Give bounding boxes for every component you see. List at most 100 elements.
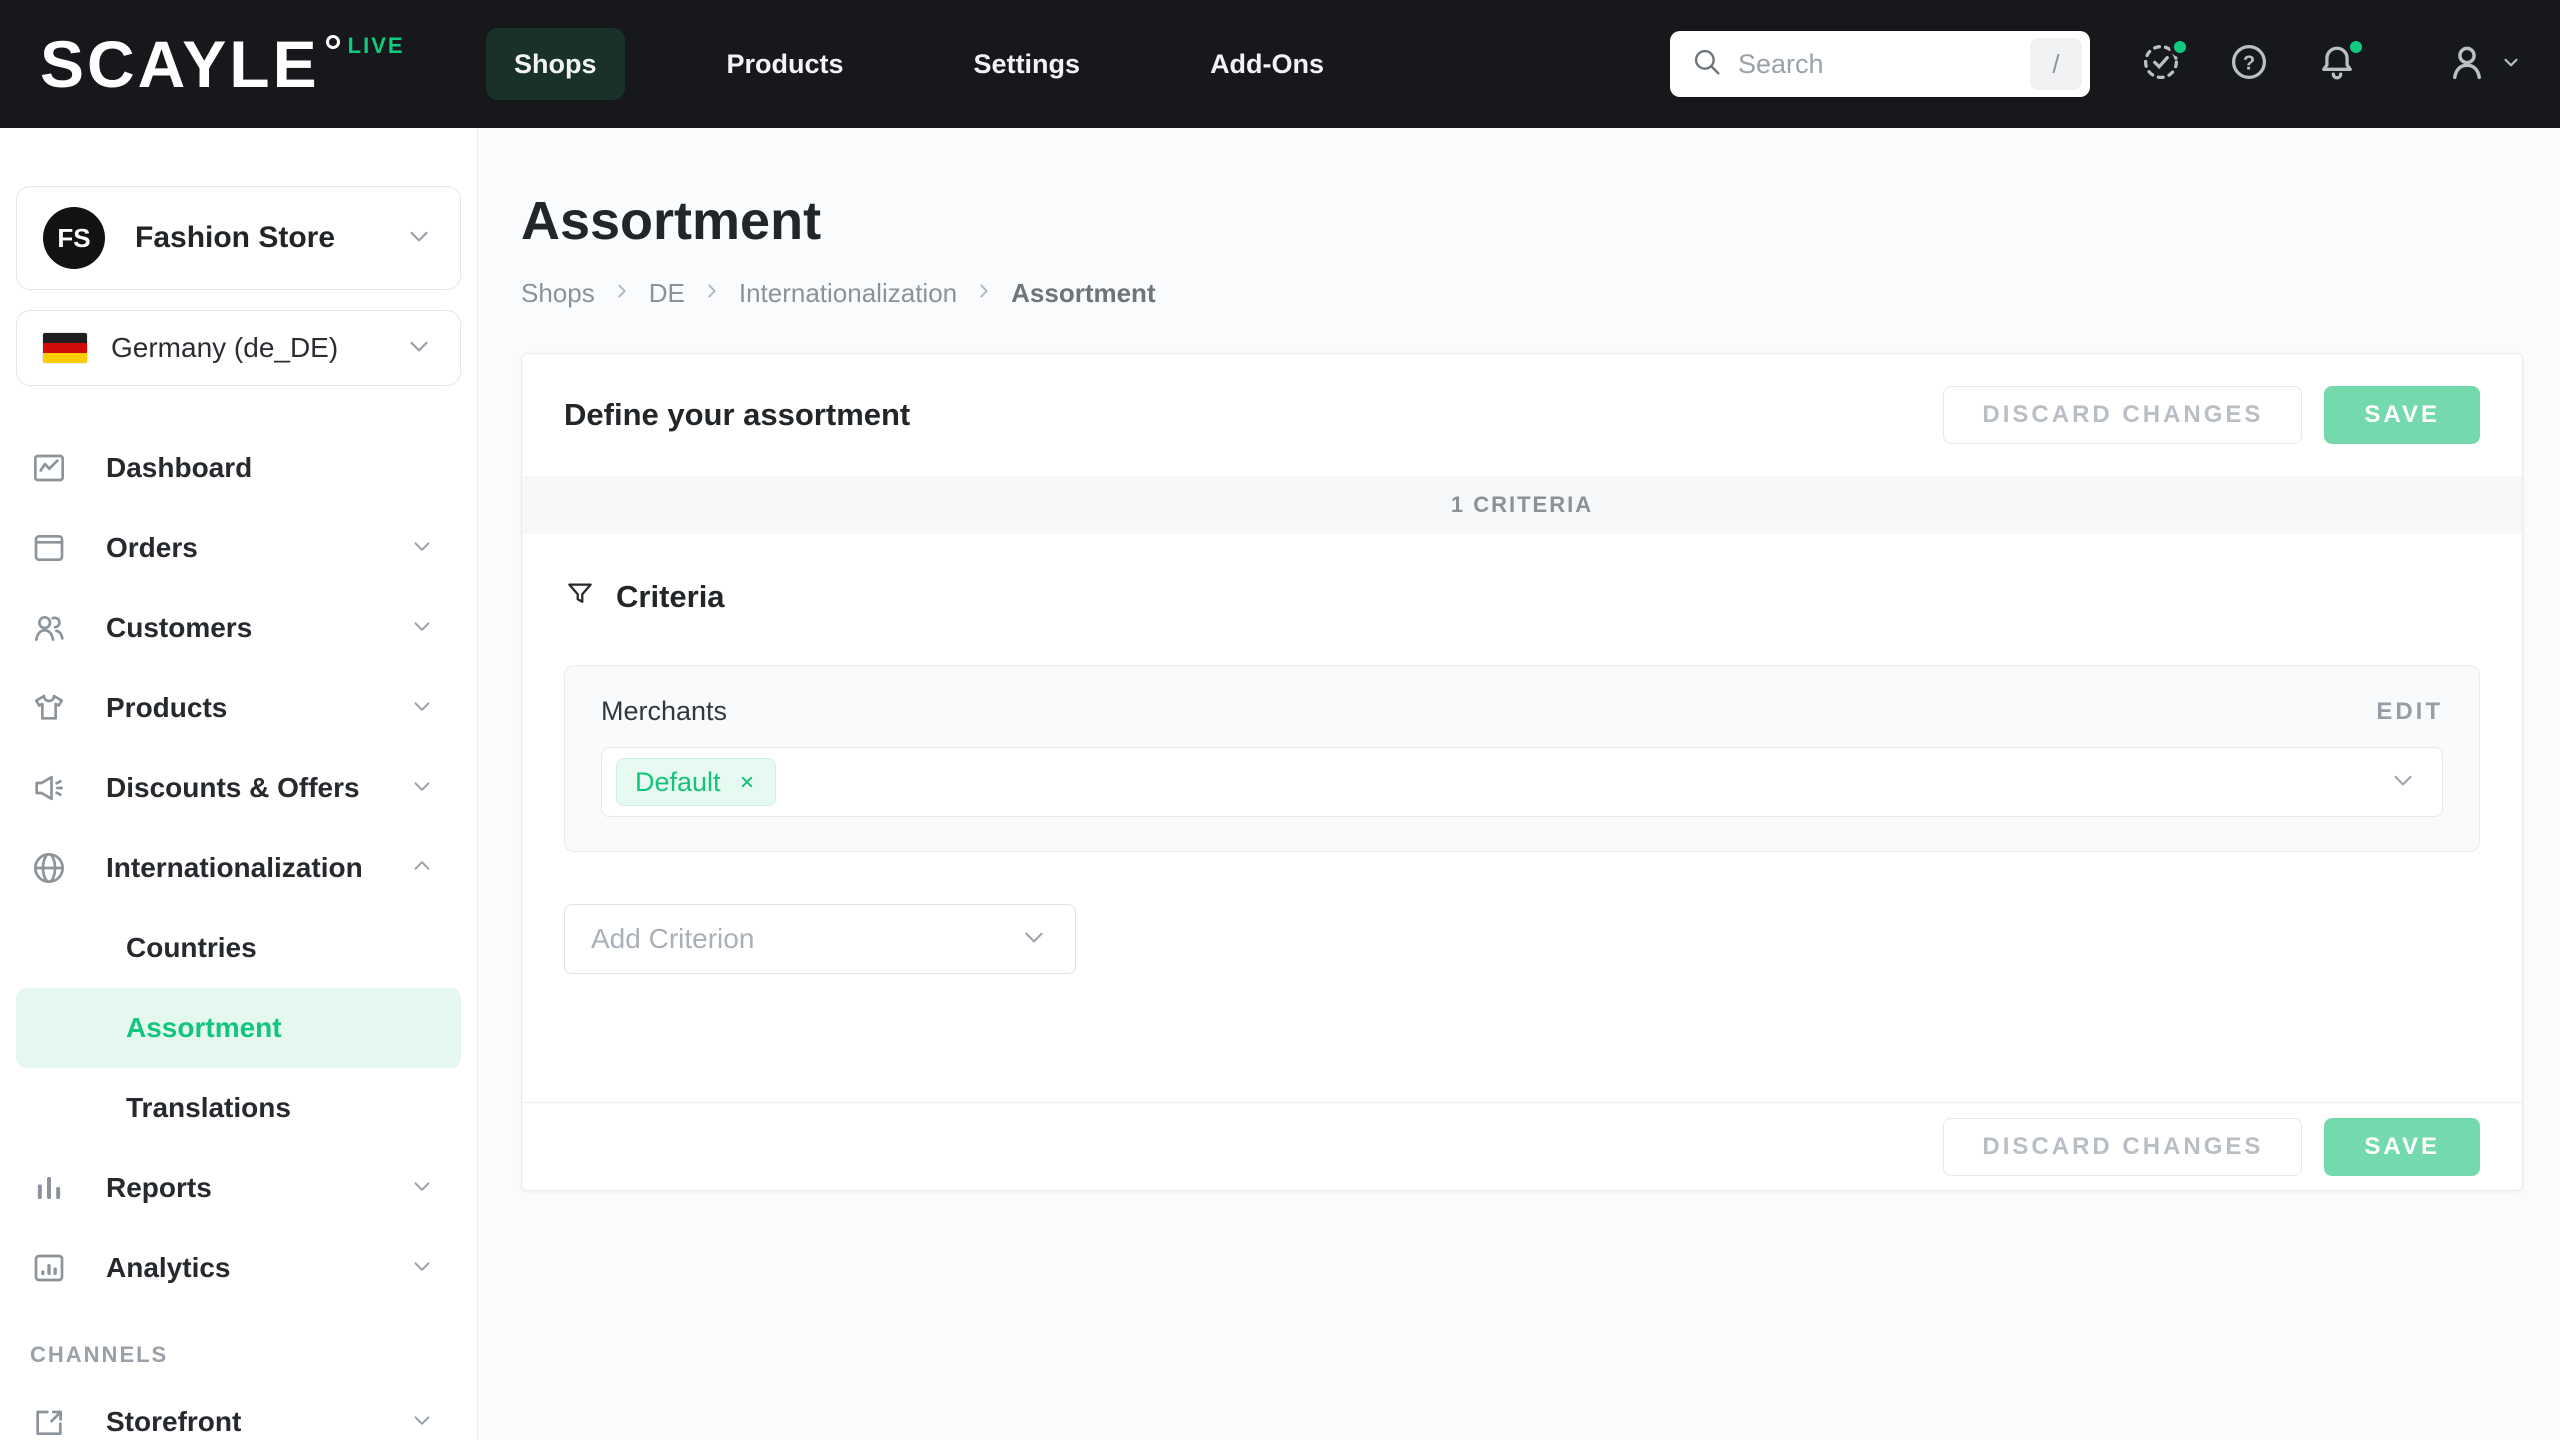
orders-icon: [28, 528, 70, 568]
logo-text: SCAYLE: [40, 29, 320, 99]
criteria-section-title: Criteria: [616, 579, 725, 615]
criteria-section-header: Criteria: [564, 578, 2480, 615]
megaphone-icon: [28, 768, 70, 808]
help-button[interactable]: ?: [2226, 41, 2272, 87]
sidebar-menu: Dashboard Orders Custome: [16, 428, 461, 1440]
sidebar-item-storefront[interactable]: Storefront: [16, 1382, 461, 1440]
criterion-header: Merchants EDIT: [601, 696, 2443, 727]
help-icon: ?: [2227, 40, 2271, 89]
topbar-icons: ?: [2138, 39, 2524, 90]
user-icon: [2444, 39, 2490, 90]
chevron-right-icon: [611, 280, 633, 307]
notifications-indicator-dot: [2346, 37, 2366, 57]
globe-icon: [28, 848, 70, 888]
sidebar-subitem-label: Translations: [126, 1092, 291, 1124]
locale-selector[interactable]: Germany (de_DE): [16, 310, 461, 386]
assortment-panel: Define your assortment DISCARD CHANGES S…: [521, 353, 2523, 1191]
scayle-logo[interactable]: SCAYLE LIVE: [0, 29, 440, 99]
live-badge: LIVE: [348, 33, 405, 59]
storefront-icon: [28, 1402, 70, 1440]
top-nav: Shops Products Settings Add-Ons: [486, 28, 1352, 100]
breadcrumb-internationalization[interactable]: Internationalization: [739, 278, 957, 309]
sidebar-item-label: Discounts & Offers: [106, 772, 360, 804]
nav-settings[interactable]: Settings: [946, 28, 1109, 100]
chevron-down-icon: [409, 1407, 449, 1438]
sidebar-item-dashboard[interactable]: Dashboard: [16, 428, 461, 508]
sidebar-subitem-countries[interactable]: Countries: [16, 908, 461, 988]
page-title: Assortment: [521, 190, 2523, 252]
criterion-label: Merchants: [601, 696, 727, 727]
sidebar-subitem-assortment[interactable]: Assortment: [16, 988, 461, 1068]
merchants-select[interactable]: Default: [601, 747, 2443, 817]
customers-icon: [28, 608, 70, 648]
add-criterion-select[interactable]: Add Criterion: [564, 904, 1076, 974]
chevron-down-icon: [409, 613, 449, 644]
locale-name: Germany (de_DE): [111, 332, 338, 364]
global-search[interactable]: /: [1670, 31, 2090, 97]
edit-button[interactable]: EDIT: [2376, 698, 2443, 726]
sidebar-item-label: Storefront: [106, 1406, 241, 1438]
shop-avatar: FS: [43, 207, 105, 269]
dashboard-icon: [28, 448, 70, 488]
panel-header-actions: DISCARD CHANGES SAVE: [1943, 386, 2480, 444]
breadcrumb-assortment: Assortment: [1011, 278, 1155, 309]
reports-icon: [28, 1168, 70, 1208]
breadcrumb: Shops DE Internationalization Assortment: [521, 278, 2523, 309]
criterion-merchants: Merchants EDIT Default: [564, 665, 2480, 852]
sidebar-item-label: Customers: [106, 612, 252, 644]
sidebar-item-label: Dashboard: [106, 452, 252, 484]
breadcrumb-shops[interactable]: Shops: [521, 278, 595, 309]
profile-menu-button[interactable]: [2444, 39, 2524, 90]
nav-shops[interactable]: Shops: [486, 28, 625, 100]
nav-label: Add-Ons: [1210, 49, 1324, 80]
sidebar-item-discounts-offers[interactable]: Discounts & Offers: [16, 748, 461, 828]
status-button[interactable]: [2138, 41, 2184, 87]
nav-products[interactable]: Products: [699, 28, 872, 100]
sidebar-item-label: Analytics: [106, 1252, 231, 1284]
filter-icon: [564, 578, 596, 615]
discard-changes-button[interactable]: DISCARD CHANGES: [1943, 386, 2302, 444]
status-indicator-dot: [2170, 37, 2190, 57]
analytics-icon: [28, 1248, 70, 1288]
nav-label: Shops: [514, 49, 597, 80]
sidebar-item-internationalization[interactable]: Internationalization: [16, 828, 461, 908]
panel-title: Define your assortment: [564, 397, 910, 433]
chevron-down-icon: [404, 331, 434, 366]
products-icon: [28, 688, 70, 728]
chevron-down-icon: [409, 533, 449, 564]
sidebar-item-analytics[interactable]: Analytics: [16, 1228, 461, 1308]
discard-changes-button[interactable]: DISCARD CHANGES: [1943, 1118, 2302, 1176]
sidebar-item-label: Orders: [106, 532, 198, 564]
sidebar-item-label: Internationalization: [106, 852, 363, 884]
sidebar-item-customers[interactable]: Customers: [16, 588, 461, 668]
chevron-down-icon: [2388, 765, 2418, 800]
channels-section-heading: CHANNELS: [16, 1308, 461, 1382]
save-button[interactable]: SAVE: [2324, 1118, 2480, 1176]
germany-flag-icon: [43, 333, 87, 363]
search-input[interactable]: [1738, 49, 2030, 80]
sidebar-item-reports[interactable]: Reports: [16, 1148, 461, 1228]
sidebar-item-label: Products: [106, 692, 227, 724]
sidebar-item-products[interactable]: Products: [16, 668, 461, 748]
remove-tag-icon[interactable]: [737, 772, 757, 792]
sidebar-item-orders[interactable]: Orders: [16, 508, 461, 588]
chevron-down-icon: [404, 221, 434, 256]
shop-name: Fashion Store: [135, 221, 335, 255]
merchant-tag-label: Default: [635, 767, 721, 798]
chevron-right-icon: [973, 280, 995, 307]
sidebar-subitem-label: Assortment: [126, 1012, 282, 1044]
chevron-down-icon: [409, 773, 449, 804]
notifications-button[interactable]: [2314, 41, 2360, 87]
search-icon: [1690, 45, 1724, 84]
nav-add-ons[interactable]: Add-Ons: [1182, 28, 1352, 100]
logo-ring-icon: [326, 35, 340, 49]
nav-label: Settings: [974, 49, 1081, 80]
sidebar-subitem-translations[interactable]: Translations: [16, 1068, 461, 1148]
merchant-tag: Default: [616, 758, 776, 806]
sidebar: FS Fashion Store Germany (de_DE) Dashboa…: [0, 128, 478, 1440]
save-button[interactable]: SAVE: [2324, 386, 2480, 444]
sidebar-subitem-label: Countries: [126, 932, 257, 964]
shop-selector[interactable]: FS Fashion Store: [16, 186, 461, 290]
sidebar-item-label: Reports: [106, 1172, 212, 1204]
breadcrumb-de[interactable]: DE: [649, 278, 685, 309]
